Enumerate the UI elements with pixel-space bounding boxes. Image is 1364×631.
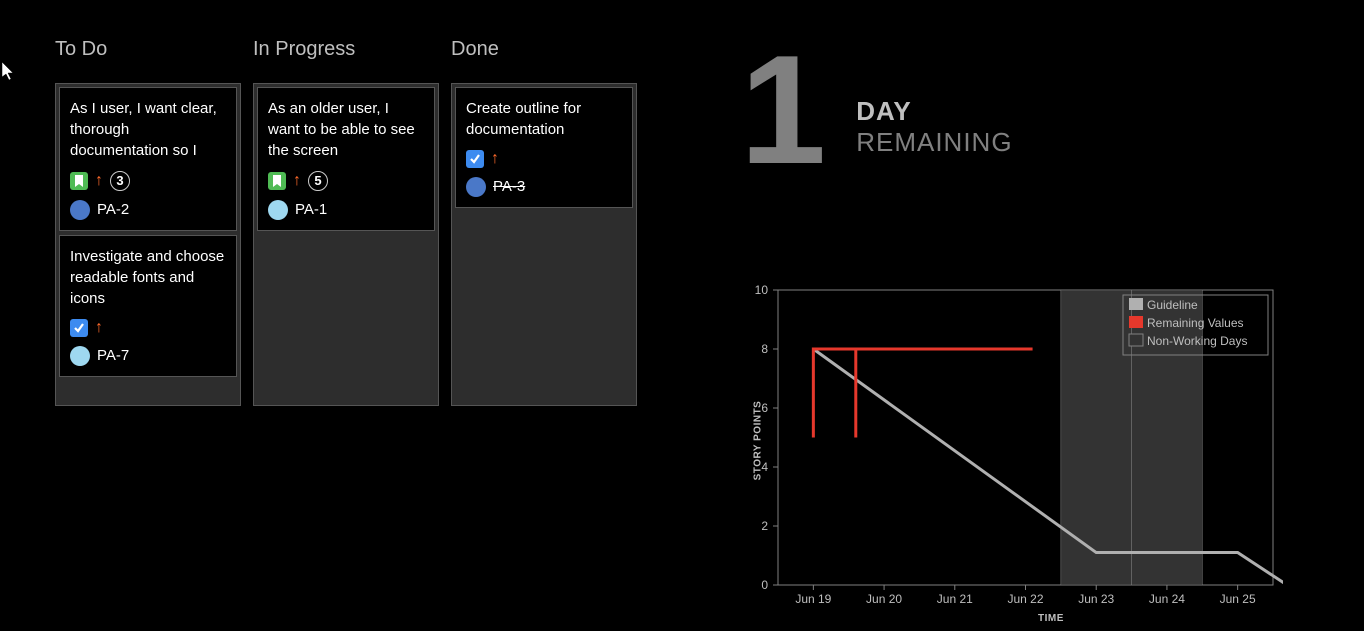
legend-label: Non-Working Days [1147,334,1247,348]
card[interactable]: Investigate and choose readable fonts an… [59,235,237,377]
card-title: Create outline for documentation [466,98,622,140]
column-title: To Do [55,38,241,61]
card-title: As I user, I want clear, thorough docume… [70,98,226,161]
card[interactable]: As an older user, I want to be able to s… [257,87,435,231]
legend-label: Guideline [1147,298,1198,312]
legend-swatch [1129,298,1143,310]
card-assignee-row: PA-3 [466,176,622,197]
story-icon [70,172,88,190]
issue-key: PA-2 [97,199,129,220]
issue-key: PA-1 [295,199,327,220]
x-tick-label: Jun 21 [937,592,973,606]
priority-up-icon: ↑ [95,173,103,189]
burndown-chart: STORY POINTS TIME 0246810Jun 19Jun 20Jun… [728,285,1293,625]
x-tick-label: Jun 25 [1220,592,1256,606]
countdown: 1 DAY REMAINING [740,38,1013,182]
y-tick-label: 8 [761,342,768,356]
legend-swatch [1129,316,1143,328]
card[interactable]: As I user, I want clear, thorough docume… [59,87,237,231]
avatar [70,346,90,366]
remaining-values-line [813,349,1032,438]
task-icon [466,150,484,168]
card-assignee-row: PA-7 [70,345,226,366]
kanban-board: To Do As I user, I want clear, thorough d… [55,38,637,406]
x-tick-label: Jun 22 [1007,592,1043,606]
chart-ylabel: STORY POINTS [752,401,763,481]
column-title: Done [451,38,637,61]
column-body[interactable]: Create outline for documentation ↑ PA-3 [451,83,637,406]
legend-label: Remaining Values [1147,316,1244,330]
x-tick-label: Jun 20 [866,592,902,606]
countdown-day: DAY [856,96,1012,127]
column-title: In Progress [253,38,439,61]
chart-xlabel: TIME [1038,613,1064,624]
avatar [466,177,486,197]
estimate-badge: 3 [110,171,130,191]
card-meta-row: ↑5 [268,171,424,191]
legend-swatch [1129,334,1143,346]
column-body[interactable]: As an older user, I want to be able to s… [253,83,439,406]
priority-up-icon: ↑ [491,151,499,167]
x-tick-label: Jun 23 [1078,592,1114,606]
y-tick-label: 0 [761,578,768,592]
y-tick-label: 10 [755,285,769,297]
burndown-chart-svg: 0246810Jun 19Jun 20Jun 21Jun 22Jun 23Jun… [728,285,1283,610]
column-body[interactable]: As I user, I want clear, thorough docume… [55,83,241,406]
non-working-day-band [1061,290,1132,585]
guideline-line [813,349,1283,585]
issue-key: PA-3 [493,176,525,197]
y-tick-label: 2 [761,519,768,533]
column: Done Create outline for documentation ↑ PA-… [451,38,637,406]
issue-key: PA-7 [97,345,129,366]
x-tick-label: Jun 24 [1149,592,1185,606]
task-icon [70,319,88,337]
countdown-label: DAY REMAINING [856,96,1012,158]
column: In Progress As an older user, I want to b… [253,38,439,406]
x-tick-label: Jun 19 [795,592,831,606]
countdown-number: 1 [740,38,826,182]
avatar [268,200,288,220]
card-meta-row: ↑ [70,319,226,337]
card-assignee-row: PA-1 [268,199,424,220]
estimate-badge: 5 [308,171,328,191]
card[interactable]: Create outline for documentation ↑ PA-3 [455,87,633,208]
story-icon [268,172,286,190]
countdown-remaining: REMAINING [856,127,1012,158]
mouse-cursor-icon [2,62,16,82]
card-meta-row: ↑3 [70,171,226,191]
column: To Do As I user, I want clear, thorough d… [55,38,241,406]
avatar [70,200,90,220]
priority-up-icon: ↑ [95,320,103,336]
card-title: As an older user, I want to be able to s… [268,98,424,161]
card-title: Investigate and choose readable fonts an… [70,246,226,309]
card-assignee-row: PA-2 [70,199,226,220]
card-meta-row: ↑ [466,150,622,168]
priority-up-icon: ↑ [293,173,301,189]
